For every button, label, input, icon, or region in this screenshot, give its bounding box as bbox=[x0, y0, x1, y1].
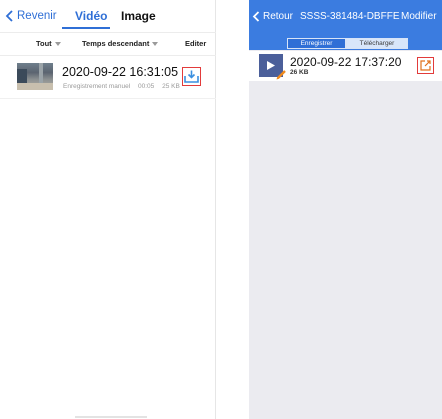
download-button[interactable] bbox=[182, 67, 201, 86]
record-size: 25 KB bbox=[162, 83, 180, 90]
back-button[interactable]: Retour bbox=[252, 11, 293, 22]
chevron-left-icon bbox=[5, 10, 13, 22]
tab-video[interactable]: Vidéo bbox=[75, 9, 107, 23]
segmented-control: Enregistrer Télécharger bbox=[249, 34, 442, 50]
back-button[interactable]: Revenir bbox=[5, 10, 57, 22]
share-button[interactable] bbox=[417, 57, 434, 74]
download-tray-icon bbox=[184, 70, 199, 83]
record-duration: 00:05 bbox=[138, 83, 155, 90]
share-icon bbox=[420, 60, 431, 71]
list-item[interactable]: 2020-09-22 16:31:05 Enregistrement manue… bbox=[0, 56, 216, 98]
filter-bar: Tout Temps descendant Editer bbox=[0, 33, 216, 55]
triangle-down-icon bbox=[54, 41, 61, 46]
record-datetime: 2020-09-22 16:31:05 bbox=[62, 65, 179, 79]
sort-label: Temps descendant bbox=[82, 39, 150, 48]
right-nav-bar: Retour SSSS-381484-DBFFE Modifier bbox=[249, 0, 442, 34]
segment-record[interactable]: Enregistrer bbox=[287, 38, 346, 49]
left-phone-screen: Revenir Vidéo Image Tout Temps descendan… bbox=[0, 0, 216, 419]
back-label: Revenir bbox=[17, 10, 57, 22]
triangle-down-icon bbox=[152, 41, 159, 46]
record-datetime: 2020-09-22 17:37:20 bbox=[290, 55, 402, 69]
divider bbox=[0, 98, 216, 99]
video-thumbnail[interactable] bbox=[17, 63, 53, 90]
active-tab-indicator bbox=[62, 27, 110, 29]
play-icon bbox=[267, 61, 275, 70]
chevron-left-icon bbox=[252, 11, 260, 22]
modify-button[interactable]: Modifier bbox=[401, 11, 437, 22]
record-type: Enregistrement manuel bbox=[63, 83, 131, 90]
sort-dropdown[interactable]: Temps descendant bbox=[82, 39, 159, 48]
video-thumbnail[interactable] bbox=[259, 54, 286, 80]
home-indicator bbox=[75, 416, 147, 418]
right-phone-screen: Retour SSSS-381484-DBFFE Modifier Enregi… bbox=[249, 0, 442, 419]
segment-download[interactable]: Télécharger bbox=[346, 38, 408, 49]
filter-all-dropdown[interactable]: Tout bbox=[36, 39, 61, 48]
record-size: 26 KB bbox=[290, 69, 309, 76]
edit-button[interactable]: Editer bbox=[185, 39, 206, 48]
record-meta: Enregistrement manuel 00:05 25 KB bbox=[63, 83, 186, 90]
list-item[interactable]: 2020-09-22 17:37:20 26 KB bbox=[249, 51, 442, 81]
left-nav-bar: Revenir Vidéo Image bbox=[0, 0, 216, 32]
tab-image[interactable]: Image bbox=[121, 9, 156, 23]
page-title: SSSS-381484-DBFFE bbox=[300, 11, 400, 22]
back-label: Retour bbox=[263, 11, 294, 22]
pencil-icon bbox=[276, 70, 286, 80]
filter-all-label: Tout bbox=[36, 39, 52, 48]
